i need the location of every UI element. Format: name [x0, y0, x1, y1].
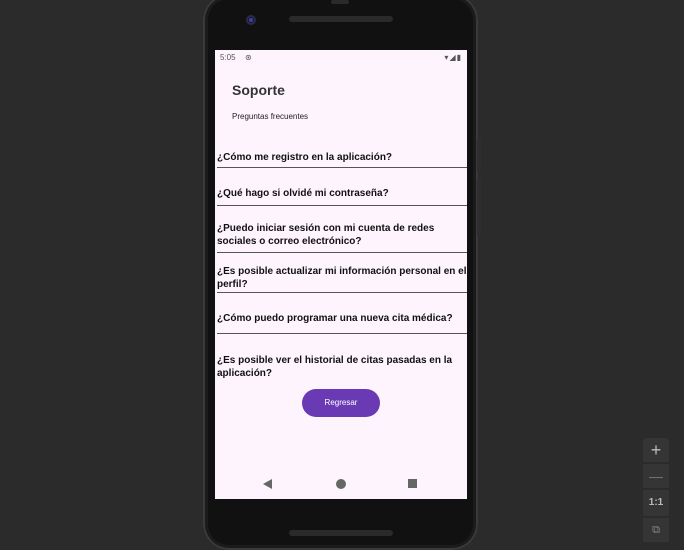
- back-button[interactable]: Regresar: [302, 389, 380, 417]
- zoom-in-button[interactable]: +: [643, 438, 669, 462]
- page-subtitle: Preguntas frecuentes: [232, 112, 309, 121]
- status-icons: ▾◢▮: [444, 53, 462, 62]
- divider: [217, 292, 467, 293]
- divider: [217, 333, 467, 334]
- fit-screen-icon[interactable]: ⧉: [643, 518, 669, 542]
- divider: [217, 167, 467, 168]
- device-screen: 5:05 ⊛ ▾◢▮ Soporte Preguntas frecuentes …: [215, 50, 467, 499]
- bottom-speaker: [289, 530, 393, 536]
- status-time: 5:05: [220, 53, 236, 62]
- faq-item[interactable]: ¿Cómo me registro en la aplicación?: [217, 151, 467, 164]
- faq-item[interactable]: ¿Es posible actualizar mi información pe…: [217, 265, 467, 291]
- earpiece-speaker: [289, 16, 393, 22]
- navigation-bar: [215, 469, 467, 499]
- nav-home-icon[interactable]: [336, 479, 346, 489]
- zoom-out-button[interactable]: —: [643, 464, 669, 488]
- nav-recents-icon[interactable]: [408, 479, 417, 488]
- faq-item[interactable]: ¿Cómo puedo programar una nueva cita méd…: [217, 312, 467, 325]
- faq-item[interactable]: ¿Qué hago si olvidé mi contraseña?: [217, 187, 467, 200]
- nav-back-icon[interactable]: [263, 479, 272, 489]
- divider: [217, 252, 467, 253]
- signal-icon: ◢: [449, 53, 457, 62]
- faq-item[interactable]: ¿Es posible ver el historial de citas pa…: [217, 354, 467, 380]
- power-button: [477, 138, 481, 172]
- sync-icon: ⊛: [245, 53, 252, 62]
- top-sensor: [331, 0, 349, 4]
- front-camera-icon: [246, 15, 256, 25]
- faq-item[interactable]: ¿Puedo iniciar sesión con mi cuenta de r…: [217, 222, 467, 248]
- volume-button: [477, 178, 481, 236]
- status-bar: 5:05 ⊛ ▾◢▮: [215, 50, 467, 66]
- page-title: Soporte: [232, 82, 285, 98]
- actual-size-button[interactable]: 1:1: [643, 490, 669, 516]
- battery-icon: ▮: [456, 53, 462, 62]
- divider: [217, 205, 467, 206]
